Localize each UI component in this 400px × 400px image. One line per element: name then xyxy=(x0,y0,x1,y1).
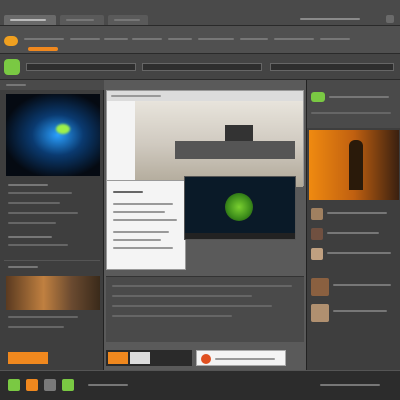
green-status-icon[interactable] xyxy=(311,92,325,102)
toolbar-input[interactable] xyxy=(142,63,262,71)
comment-list xyxy=(309,204,399,364)
center-workspace xyxy=(104,80,306,370)
left-sidebar xyxy=(0,80,104,370)
close-icon[interactable] xyxy=(386,15,394,23)
performer-shape xyxy=(349,140,363,190)
app-logo-icon[interactable] xyxy=(4,36,18,46)
green-glow xyxy=(56,124,70,134)
right-panel-header xyxy=(307,80,400,128)
office-photo[interactable] xyxy=(135,101,303,187)
browser-window xyxy=(106,90,304,187)
avatar[interactable] xyxy=(311,208,323,220)
video-thumbnail-laser[interactable] xyxy=(6,94,100,176)
browser-tab[interactable] xyxy=(60,15,104,25)
timeline-panel xyxy=(106,276,304,342)
video-thumbnail-performer[interactable] xyxy=(309,130,399,200)
avatar[interactable] xyxy=(311,304,329,322)
chat-bubble-icon[interactable] xyxy=(4,59,20,75)
bottom-popup xyxy=(196,350,286,366)
browser-titlebar xyxy=(107,91,303,101)
player-control-bar[interactable] xyxy=(185,233,295,239)
thumbnail-strip xyxy=(106,350,192,366)
secondary-toolbar xyxy=(0,54,400,80)
video-player[interactable] xyxy=(184,176,296,240)
play-icon[interactable] xyxy=(201,354,211,364)
panel-divider xyxy=(4,260,100,261)
green-circle-target xyxy=(225,193,253,221)
taskbar-app-icon[interactable] xyxy=(62,379,74,391)
avatar[interactable] xyxy=(311,278,329,296)
right-sidebar xyxy=(306,80,400,370)
browser-tab[interactable] xyxy=(4,15,56,25)
monitor-shape xyxy=(225,125,253,141)
taskbar-app-icon[interactable] xyxy=(44,379,56,391)
desk-shape xyxy=(175,141,295,159)
taskbar-app-icon[interactable] xyxy=(8,379,20,391)
strip-thumbnail[interactable] xyxy=(130,352,150,364)
browser-tab[interactable] xyxy=(108,15,148,25)
toolbar-input[interactable] xyxy=(270,63,394,71)
taskbar xyxy=(0,370,400,400)
taskbar-app-icon[interactable] xyxy=(26,379,38,391)
toolbar-input[interactable] xyxy=(26,63,136,71)
app-toolbar xyxy=(0,26,400,54)
document-panel xyxy=(106,180,186,270)
strip-thumbnail[interactable] xyxy=(108,352,128,364)
sidebar-header xyxy=(0,80,104,90)
window-controls[interactable] xyxy=(300,14,396,24)
orange-badge xyxy=(8,352,48,364)
orange-progress-pill xyxy=(28,47,58,51)
video-thumbnail-people[interactable] xyxy=(6,276,100,310)
avatar[interactable] xyxy=(311,228,323,240)
browser-tabstrip xyxy=(0,0,400,26)
avatar[interactable] xyxy=(311,248,323,260)
